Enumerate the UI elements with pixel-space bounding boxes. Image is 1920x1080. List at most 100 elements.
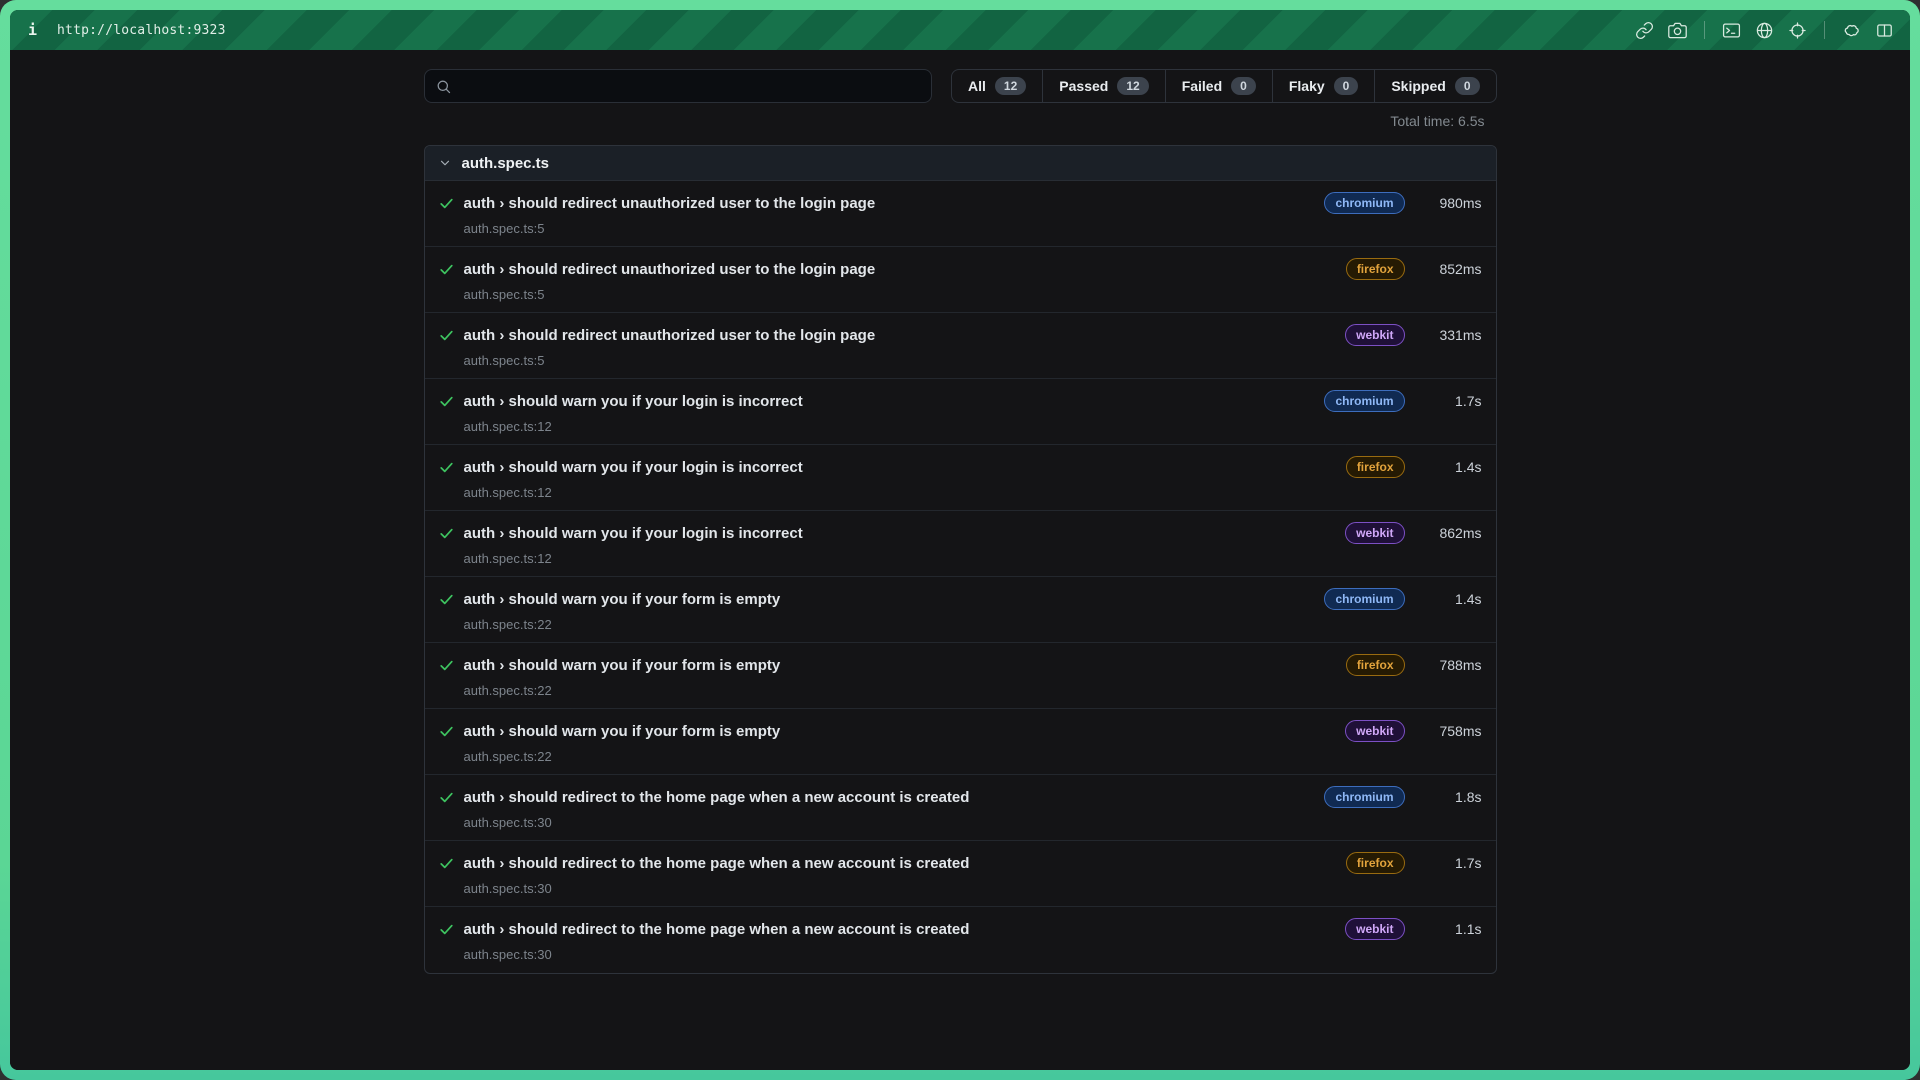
test-title: auth › should warn you if your login is … bbox=[464, 525, 1337, 542]
test-duration: 1.4s bbox=[1414, 459, 1482, 475]
test-row[interactable]: auth › should redirect unauthorized user… bbox=[425, 313, 1496, 379]
filter-tab-all[interactable]: All 12 bbox=[952, 70, 1042, 102]
test-duration: 1.1s bbox=[1414, 921, 1482, 937]
project-badge[interactable]: firefox bbox=[1346, 852, 1405, 874]
split-view-button[interactable] bbox=[1875, 21, 1894, 40]
project-badge[interactable]: firefox bbox=[1346, 258, 1405, 280]
search-input[interactable] bbox=[460, 78, 922, 94]
terminal-icon bbox=[1722, 21, 1741, 40]
filter-tab-skipped[interactable]: Skipped 0 bbox=[1374, 70, 1495, 102]
test-row[interactable]: auth › should warn you if your form is e… bbox=[425, 577, 1496, 643]
test-rows: auth › should redirect unauthorized user… bbox=[425, 181, 1496, 973]
check-icon bbox=[438, 393, 455, 410]
test-row[interactable]: auth › should redirect to the home page … bbox=[425, 907, 1496, 973]
project-badge[interactable]: chromium bbox=[1324, 786, 1404, 808]
test-title: auth › should redirect to the home page … bbox=[464, 921, 1337, 938]
link-button[interactable] bbox=[1635, 21, 1654, 40]
info-icon: i bbox=[28, 21, 37, 39]
filter-tab-label: All bbox=[968, 78, 986, 94]
file-group-header[interactable]: auth.spec.ts bbox=[425, 146, 1496, 181]
toolbar-divider bbox=[1704, 21, 1705, 39]
check-icon bbox=[438, 921, 455, 938]
check-icon bbox=[438, 459, 455, 476]
crosshair-button[interactable] bbox=[1788, 21, 1807, 40]
project-badge[interactable]: webkit bbox=[1345, 720, 1404, 742]
project-badge[interactable]: chromium bbox=[1324, 390, 1404, 412]
test-title: auth › should redirect to the home page … bbox=[464, 789, 1316, 806]
test-title: auth › should warn you if your login is … bbox=[464, 393, 1316, 410]
filter-tab-count: 0 bbox=[1455, 77, 1480, 95]
project-badge[interactable]: firefox bbox=[1346, 456, 1405, 478]
test-title: auth › should redirect unauthorized user… bbox=[464, 261, 1337, 278]
cloud-button[interactable] bbox=[1842, 21, 1861, 40]
test-report: auth.spec.ts auth › should redirect unau… bbox=[424, 145, 1497, 974]
test-location: auth.spec.ts:22 bbox=[464, 617, 1482, 632]
filter-tab-count: 12 bbox=[1117, 77, 1148, 95]
url-text: http://localhost:9323 bbox=[57, 23, 226, 38]
test-row[interactable]: auth › should redirect unauthorized user… bbox=[425, 247, 1496, 313]
terminal-button[interactable] bbox=[1722, 21, 1741, 40]
test-location: auth.spec.ts:12 bbox=[464, 485, 1482, 500]
filter-tab-passed[interactable]: Passed 12 bbox=[1042, 70, 1164, 102]
test-duration: 788ms bbox=[1414, 657, 1482, 673]
filter-tab-flaky[interactable]: Flaky 0 bbox=[1272, 70, 1375, 102]
filter-tab-label: Failed bbox=[1182, 78, 1222, 94]
total-time: Total time: 6.5s bbox=[424, 113, 1485, 131]
test-duration: 1.7s bbox=[1414, 855, 1482, 871]
camera-button[interactable] bbox=[1668, 21, 1687, 40]
chevron-down-icon bbox=[438, 156, 452, 170]
test-title: auth › should redirect unauthorized user… bbox=[464, 195, 1316, 212]
test-location: auth.spec.ts:30 bbox=[464, 815, 1482, 830]
filter-tabs: All 12 Passed 12 Failed 0 Flaky 0 Skippe… bbox=[951, 69, 1496, 103]
test-location: auth.spec.ts:22 bbox=[464, 749, 1482, 764]
crosshair-icon bbox=[1788, 21, 1807, 40]
test-duration: 852ms bbox=[1414, 261, 1482, 277]
test-row[interactable]: auth › should redirect to the home page … bbox=[425, 841, 1496, 907]
titlebar-toolbar bbox=[1635, 21, 1894, 40]
filter-tab-label: Flaky bbox=[1289, 78, 1325, 94]
test-title: auth › should warn you if your form is e… bbox=[464, 657, 1337, 674]
test-row[interactable]: auth › should redirect unauthorized user… bbox=[425, 181, 1496, 247]
globe-button[interactable] bbox=[1755, 21, 1774, 40]
test-duration: 1.7s bbox=[1414, 393, 1482, 409]
test-duration: 980ms bbox=[1414, 195, 1482, 211]
filter-tab-label: Passed bbox=[1059, 78, 1108, 94]
test-row[interactable]: auth › should warn you if your login is … bbox=[425, 511, 1496, 577]
test-location: auth.spec.ts:30 bbox=[464, 881, 1482, 896]
link-icon bbox=[1635, 21, 1654, 40]
check-icon bbox=[438, 789, 455, 806]
test-location: auth.spec.ts:5 bbox=[464, 221, 1482, 236]
test-location: auth.spec.ts:5 bbox=[464, 287, 1482, 302]
filter-tab-count: 12 bbox=[995, 77, 1026, 95]
test-row[interactable]: auth › should warn you if your login is … bbox=[425, 445, 1496, 511]
test-row[interactable]: auth › should warn you if your form is e… bbox=[425, 709, 1496, 775]
project-badge[interactable]: webkit bbox=[1345, 918, 1404, 940]
cloud-icon bbox=[1842, 21, 1861, 40]
test-duration: 1.8s bbox=[1414, 789, 1482, 805]
window-titlebar: i http://localhost:9323 bbox=[10, 10, 1910, 50]
columns-icon bbox=[1875, 21, 1894, 40]
project-badge[interactable]: webkit bbox=[1345, 522, 1404, 544]
test-title: auth › should redirect to the home page … bbox=[464, 855, 1337, 872]
project-badge[interactable]: chromium bbox=[1324, 588, 1404, 610]
project-badge[interactable]: chromium bbox=[1324, 192, 1404, 214]
test-row[interactable]: auth › should redirect to the home page … bbox=[425, 775, 1496, 841]
report-page: All 12 Passed 12 Failed 0 Flaky 0 Skippe… bbox=[10, 50, 1910, 1070]
check-icon bbox=[438, 591, 455, 608]
test-duration: 1.4s bbox=[1414, 591, 1482, 607]
test-location: auth.spec.ts:22 bbox=[464, 683, 1482, 698]
test-title: auth › should warn you if your form is e… bbox=[464, 723, 1337, 740]
check-icon bbox=[438, 525, 455, 542]
test-row[interactable]: auth › should warn you if your form is e… bbox=[425, 643, 1496, 709]
filter-tab-failed[interactable]: Failed 0 bbox=[1165, 70, 1272, 102]
test-duration: 758ms bbox=[1414, 723, 1482, 739]
filter-tab-label: Skipped bbox=[1391, 78, 1445, 94]
globe-icon bbox=[1755, 21, 1774, 40]
test-location: auth.spec.ts:5 bbox=[464, 353, 1482, 368]
project-badge[interactable]: webkit bbox=[1345, 324, 1404, 346]
test-title: auth › should redirect unauthorized user… bbox=[464, 327, 1337, 344]
project-badge[interactable]: firefox bbox=[1346, 654, 1405, 676]
test-row[interactable]: auth › should warn you if your login is … bbox=[425, 379, 1496, 445]
file-name: auth.spec.ts bbox=[462, 155, 550, 172]
search-box bbox=[424, 69, 933, 103]
